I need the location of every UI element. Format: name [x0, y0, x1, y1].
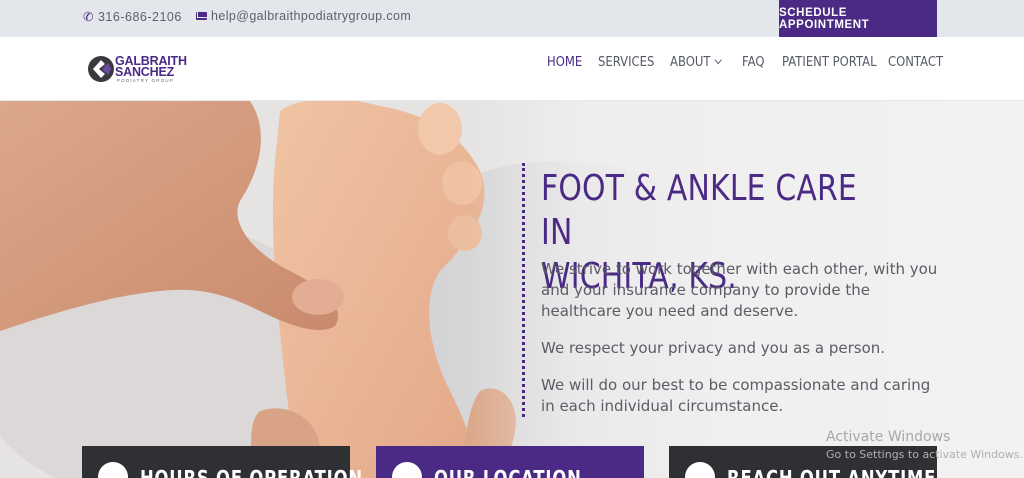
- card-title: OUR LOCATION: [434, 466, 582, 478]
- top-bar: ✆ 316-686-2106 help@galbraithpodiatrygro…: [0, 0, 1024, 37]
- email-link[interactable]: help@galbraithpodiatrygroup.com: [196, 9, 411, 23]
- nav-item-faq[interactable]: FAQ: [742, 54, 764, 70]
- hero-title-line: FOOT & ANKLE CARE IN: [541, 168, 857, 253]
- search-icon: [392, 462, 422, 478]
- logo-mark-icon: [88, 56, 114, 82]
- hours-card[interactable]: HOURS OF OPERATION: [82, 446, 362, 478]
- site-header: GALBRAITH SANCHEZ PODIATRY GROUP HOME SE…: [0, 37, 1024, 101]
- phone-icon: [685, 462, 715, 478]
- logo[interactable]: GALBRAITH SANCHEZ PODIATRY GROUP: [87, 53, 197, 87]
- card-title: HOURS OF OPERATION: [140, 466, 363, 478]
- location-card[interactable]: OUR LOCATION: [376, 446, 644, 478]
- hero-section: FOOT & ANKLE CARE IN WICHITA, KS. We str…: [0, 101, 1024, 478]
- activate-windows-watermark: Activate Windows: [826, 429, 951, 445]
- hero-paragraph: We strive to work together with each oth…: [541, 260, 938, 320]
- nav-item-services[interactable]: SERVICES: [598, 54, 654, 70]
- phone-link[interactable]: ✆ 316-686-2106: [83, 9, 182, 25]
- phone-number: 316-686-2106: [97, 9, 182, 24]
- phone-icon: ✆: [83, 10, 94, 24]
- activate-windows-hint: Go to Settings to activate Windows.: [826, 448, 1024, 461]
- nav-item-about[interactable]: ABOUT: [670, 54, 722, 70]
- nav-item-patient-portal[interactable]: PATIENT PORTAL: [782, 54, 877, 70]
- hero-paragraph: We will do our best to be compassionate …: [541, 376, 931, 415]
- card-title: REACH OUT ANYTIME: [727, 466, 937, 478]
- hero-divider: [522, 163, 525, 417]
- nav-item-home[interactable]: HOME: [547, 54, 582, 70]
- logo-text: SANCHEZ: [115, 65, 175, 79]
- hero-paragraph: We respect your privacy and you as a per…: [541, 339, 886, 357]
- nav-item-contact[interactable]: CONTACT: [888, 54, 943, 70]
- email-address: help@galbraithpodiatrygroup.com: [211, 9, 412, 23]
- nav-item-about-label: ABOUT: [670, 54, 711, 70]
- chevron-down-icon: [714, 55, 722, 65]
- schedule-appointment-button[interactable]: SCHEDULE APPOINTMENT: [779, 0, 937, 37]
- logo-tagline: PODIATRY GROUP: [117, 78, 175, 83]
- clock-icon: [98, 462, 128, 478]
- mail-icon: [196, 12, 207, 20]
